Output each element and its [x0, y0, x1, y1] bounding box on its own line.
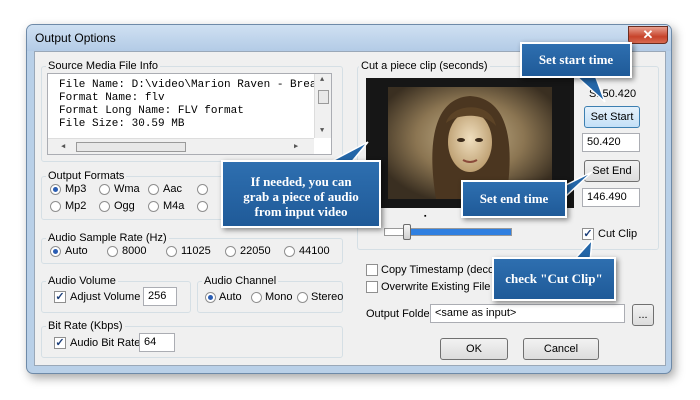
- callout-grab-line-1: If needed, you can: [250, 174, 352, 189]
- callout-set-start: Set start time: [520, 42, 632, 78]
- callout-grab-line-2: grab a piece of audio: [243, 189, 359, 204]
- set-end-pointer: [565, 171, 593, 198]
- callout-set-end-text: Set end time: [479, 191, 549, 206]
- callout-cut-clip: check "Cut Clip": [492, 257, 616, 301]
- callout-grab-line-3: from input video: [254, 204, 348, 219]
- callout-set-start-text: Set start time: [538, 52, 614, 67]
- set-start-pointer: [573, 74, 606, 103]
- callout-grab-audio: If needed, you can grab a piece of audio…: [221, 160, 381, 228]
- callout-cut-clip-text: check "Cut Clip": [505, 271, 603, 286]
- callout-set-end: Set end time: [461, 180, 567, 218]
